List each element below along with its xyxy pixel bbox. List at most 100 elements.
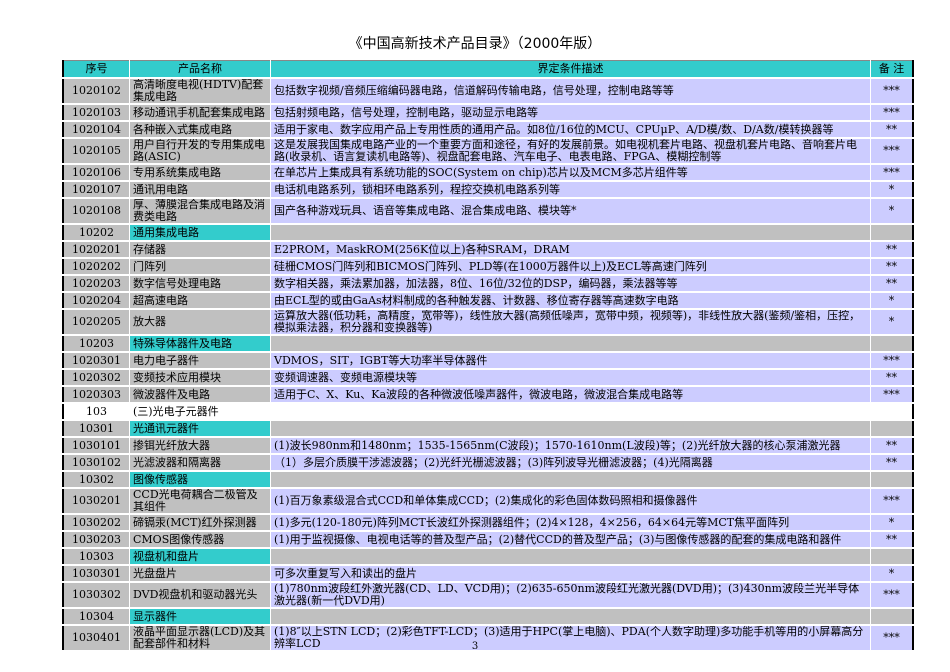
- cell-desc: 国产各种游戏玩具、语音等集成电路、混合集成电路、模块等*: [270, 198, 871, 225]
- table-row: 1030301 光盘盘片 可多次重复写入和读出的盘片 *: [63, 565, 914, 583]
- cell-seq: 1020301: [63, 352, 130, 370]
- cell-desc: (1)百万象素级混合式CCD和单体集成CCD；(2)集成化的彩色固体数码照相和摄…: [270, 488, 871, 515]
- category-row: 10303 视盘机和盘片: [63, 548, 914, 566]
- table-row: 1020301 电力电子器件 VDMOS，SIT，IGBT等大功率半导体器件 ***: [63, 352, 914, 370]
- cell-note: ***: [870, 78, 914, 105]
- cell-note: *: [870, 181, 914, 199]
- cell-seq: 1020102: [63, 78, 130, 105]
- cell-seq: 1030302: [63, 582, 130, 609]
- cell-seq: 1030202: [63, 514, 130, 532]
- cell-seq: 10203: [63, 335, 130, 353]
- cell-note: [870, 548, 914, 566]
- table-row: 1020302 变频技术应用模块 变频调速器、变频电源模块等 **: [63, 369, 914, 387]
- cell-seq: 1020104: [63, 121, 130, 139]
- cell-desc: 数字相关器，乘法累加器，加法器，8位、16位/32位的DSP，编码器，乘法器等等: [270, 275, 871, 293]
- cell-note: **: [870, 437, 914, 455]
- cell-seq: 1020105: [63, 138, 130, 165]
- cell-note: *: [870, 309, 914, 336]
- cell-desc: 这是发展我国集成电路产业的一个重要方面和途径，有好的发展前景。如电视机套片电路、…: [270, 138, 871, 165]
- cell-note: [870, 224, 914, 242]
- cell-note: ***: [870, 582, 914, 609]
- cell-name: 光滤波器和隔离器: [129, 454, 271, 472]
- cell-name: 厚、薄膜混合集成电路及消费类电路: [129, 198, 271, 225]
- cell-desc: 适用于家电、数字应用产品上专用性质的通用产品。如8位/16位的MCU、CPUμP…: [270, 121, 871, 139]
- cell-note: **: [870, 275, 914, 293]
- cell-desc: VDMOS，SIT，IGBT等大功率半导体器件: [270, 352, 871, 370]
- cell-desc: (1)780nm波段红外激光器(CD、LD、VCD用)；(2)635-650nm…: [270, 582, 871, 609]
- cell-note: ***: [870, 352, 914, 370]
- cell-desc: 包括射频电路，信号处理，控制电路，驱动显示电路等: [270, 104, 871, 122]
- table-row: 1020303 微波器件及电路 适用于C、X、Ku、Ka波段的各种微波低噪声器件，微…: [63, 386, 914, 404]
- cell-name: 光盘盘片: [129, 565, 271, 583]
- category-row: 10301 光通讯元器件: [63, 420, 914, 438]
- cell-desc: [270, 420, 871, 438]
- cell-seq: 1020303: [63, 386, 130, 404]
- cell-seq: 1030203: [63, 531, 130, 549]
- cell-seq: 1020302: [63, 369, 130, 387]
- cell-name: 碲镉汞(MCT)红外探测器: [129, 514, 271, 532]
- cell-note: *: [870, 198, 914, 225]
- cell-name: 放大器: [129, 309, 271, 336]
- table-header-row: 序号 产品名称 界定条件描述 备 注: [63, 60, 914, 79]
- cell-name: 超高速电路: [129, 292, 271, 310]
- cell-name: 光通讯元器件: [129, 420, 271, 438]
- cell-desc: E2PROM，MaskROM(256K位以上)各种SRAM，DRAM: [270, 241, 871, 259]
- table-row: 1030302 DVD视盘机和驱动器光头 (1)780nm波段红外激光器(CD、LD…: [63, 582, 914, 609]
- category-row: 10302 图像传感器: [63, 471, 914, 489]
- cell-name: 门阵列: [129, 258, 271, 276]
- cell-seq: 10301: [63, 420, 130, 438]
- cell-seq: 1020201: [63, 241, 130, 259]
- cell-desc: 可多次重复写入和读出的盘片: [270, 565, 871, 583]
- header-seq: 序号: [63, 60, 130, 79]
- table-row: 1020106 专用系统集成电路 在单芯片上集成具有系统功能的SOC(System …: [63, 164, 914, 182]
- table-row: 1020205 放大器 运算放大器(低功耗，高精度，宽带等)，线性放大器(高频低噪声…: [63, 309, 914, 336]
- cell-note: [870, 471, 914, 489]
- cell-note: [870, 420, 914, 438]
- section-row: 103 (三)光电子元器件: [63, 403, 914, 421]
- cell-note: ***: [870, 164, 914, 182]
- cell-seq: 103: [63, 403, 130, 421]
- cell-desc: （1）多层介质膜干涉滤波器；(2)光纤光栅滤波器；(3)阵列波导光栅滤波器；(4…: [270, 454, 871, 472]
- cell-desc: 在单芯片上集成具有系统功能的SOC(System on chip)芯片以及MCM…: [270, 164, 871, 182]
- cell-note: *: [870, 565, 914, 583]
- cell-name: 图像传感器: [129, 471, 271, 489]
- header-desc: 界定条件描述: [270, 60, 871, 79]
- cell-name: (三)光电子元器件: [129, 403, 271, 421]
- cell-name: 高清晰度电视(HDTV)配套集成电路: [129, 78, 271, 105]
- cell-note: **: [870, 121, 914, 139]
- cell-seq: 1030102: [63, 454, 130, 472]
- cell-desc: (1)波长980nm和1480nm；1535-1565nm(C波段)；1570-…: [270, 437, 871, 455]
- cell-seq: 1030201: [63, 488, 130, 515]
- table-row: 1030203 CMOS图像传感器 (1)用于监视摄像、电视电话等的普及型产品；(2…: [63, 531, 914, 549]
- cell-note: [870, 335, 914, 353]
- cell-name: 移动通讯手机配套集成电路: [129, 104, 271, 122]
- cell-desc: 适用于C、X、Ku、Ka波段的各种微波低噪声器件，微波电路，微波混合集成电路等: [270, 386, 871, 404]
- cell-seq: 1020202: [63, 258, 130, 276]
- cell-seq: 10302: [63, 471, 130, 489]
- cell-note: **: [870, 454, 914, 472]
- table-row: 1030101 掺铒光纤放大器 (1)波长980nm和1480nm；1535-156…: [63, 437, 914, 455]
- cell-desc: 包括数字视频/音频压缩编码器电路，信道解码传输电路，信号处理，控制电路等等: [270, 78, 871, 105]
- cell-name: 变频技术应用模块: [129, 369, 271, 387]
- table-row: 1030201 CCD光电荷耦合二极管及其组件 (1)百万象素级混合式CCD和单体集…: [63, 488, 914, 515]
- cell-desc: 运算放大器(低功耗，高精度，宽带等)，线性放大器(高频低噪声，宽带中频，视频等)…: [270, 309, 871, 336]
- cell-seq: 1020107: [63, 181, 130, 199]
- cell-seq: 10202: [63, 224, 130, 242]
- cell-seq: 1020203: [63, 275, 130, 293]
- cell-name: 通用集成电路: [129, 224, 271, 242]
- cell-note: ***: [870, 138, 914, 165]
- cell-note: **: [870, 241, 914, 259]
- cell-seq: 1020205: [63, 309, 130, 336]
- cell-desc: 变频调速器、变频电源模块等: [270, 369, 871, 387]
- cell-note: *: [870, 292, 914, 310]
- cell-name: 电力电子器件: [129, 352, 271, 370]
- table-row: 1020204 超高速电路 由ECL型的或由GaAs材料制成的各种触发器、计数器、移…: [63, 292, 914, 310]
- table-row: 1020102 高清晰度电视(HDTV)配套集成电路 包括数字视频/音频压缩编码器电…: [63, 78, 914, 105]
- table-row: 1030202 碲镉汞(MCT)红外探测器 (1)多元(120-180元)阵列MCT…: [63, 514, 914, 532]
- table-row: 1020104 各种嵌入式集成电路 适用于家电、数字应用产品上专用性质的通用产品。如…: [63, 121, 914, 139]
- cell-desc: 硅栅CMOS门阵列和BICMOS门阵列、PLD等(在1000万器件以上)及ECL…: [270, 258, 871, 276]
- cell-name: 用户自行开发的专用集成电路(ASIC): [129, 138, 271, 165]
- cell-seq: 1020108: [63, 198, 130, 225]
- cell-desc: 由ECL型的或由GaAs材料制成的各种触发器、计数器、移位寄存器等高速数字电路: [270, 292, 871, 310]
- cell-note: [870, 608, 914, 626]
